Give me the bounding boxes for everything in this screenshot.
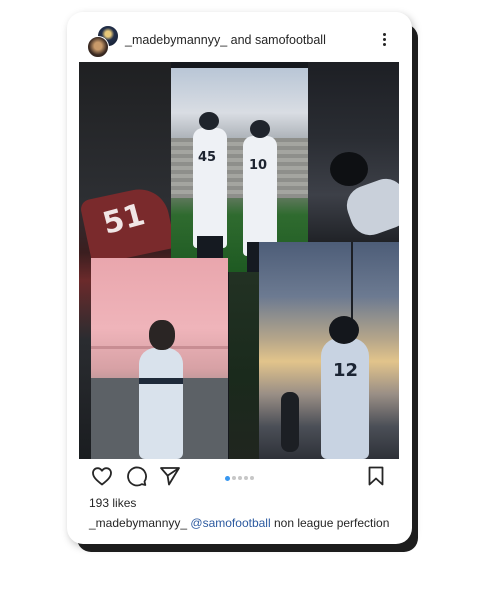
post-caption: _madebymannyy_ @samofootball non league … xyxy=(89,516,389,530)
jersey-number: 12 xyxy=(333,360,359,381)
photo-tile-pink-sky xyxy=(91,258,228,459)
photo-tile-sunset: 12 xyxy=(259,242,399,459)
photo-background-turf xyxy=(229,252,259,459)
carousel-dot xyxy=(238,476,242,480)
like-count[interactable]: 193 likes xyxy=(89,496,136,510)
more-vertical-icon[interactable] xyxy=(376,31,392,51)
carousel-indicator xyxy=(225,476,256,482)
author-username[interactable]: _madebymannyy_ xyxy=(125,33,227,47)
caption-text: non league perfection xyxy=(273,516,390,530)
heart-icon[interactable] xyxy=(90,464,114,488)
avatar[interactable] xyxy=(87,25,119,58)
caption-username[interactable]: _madebymannyy_ xyxy=(89,516,187,530)
post-image[interactable]: 51 45 10 12 xyxy=(79,62,399,459)
carousel-dot xyxy=(250,476,254,480)
author-connector: and xyxy=(230,33,252,47)
carousel-dot xyxy=(244,476,248,480)
comment-icon[interactable] xyxy=(124,464,148,488)
carousel-dot xyxy=(225,476,230,481)
post-authors: _madebymannyy_ and samofootball xyxy=(125,33,326,47)
jersey-number: 10 xyxy=(249,158,268,173)
avatar-author[interactable] xyxy=(87,36,109,58)
paper-plane-icon[interactable] xyxy=(158,464,182,488)
instagram-post-card: _madebymannyy_ and samofootball 51 45 10 xyxy=(67,12,412,544)
bookmark-icon[interactable] xyxy=(364,464,388,488)
collaborator-username[interactable]: samofootball xyxy=(255,33,326,47)
jersey-number: 45 xyxy=(198,150,217,165)
carousel-dot xyxy=(232,476,236,480)
caption-mention[interactable]: @samofootball xyxy=(190,516,270,530)
post-actions xyxy=(67,464,412,494)
post-header: _madebymannyy_ and samofootball xyxy=(67,12,412,62)
photo-background-right xyxy=(308,62,399,252)
